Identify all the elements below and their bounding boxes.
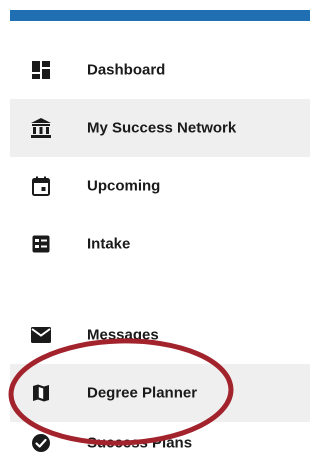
map-icon (30, 382, 52, 404)
sidebar-item-label: Degree Planner (87, 384, 198, 402)
sidebar-item-upcoming[interactable]: Upcoming (10, 157, 310, 215)
top-accent-bar (10, 10, 310, 21)
sidebar-item-label: Dashboard (87, 61, 166, 79)
sidebar-item-success-plans[interactable]: Success Plans (10, 422, 310, 464)
sidebar-item-label: Messages (87, 326, 159, 344)
sidebar-item-label: Upcoming (87, 177, 161, 195)
check-circle-icon (30, 432, 52, 454)
sidebar-item-label: My Success Network (87, 119, 237, 137)
sidebar-item-label: Success Plans (87, 434, 193, 452)
sidebar-item-degree-planner[interactable]: Degree Planner (10, 364, 310, 422)
sidebar-item-intake[interactable]: Intake (10, 215, 310, 273)
sidebar-item-label: Intake (87, 235, 131, 253)
calendar-icon (30, 175, 52, 197)
sidebar-item-my-success-network[interactable]: My Success Network (10, 99, 310, 157)
sidebar-item-dashboard[interactable]: Dashboard (10, 41, 310, 99)
sidebar-item-messages[interactable]: Messages (10, 306, 310, 364)
dashboard-icon (30, 59, 52, 81)
bank-icon (30, 117, 52, 139)
envelope-icon (30, 324, 52, 346)
sidebar-nav-page: Dashboard My Success Network Upcoming In… (0, 0, 310, 464)
intake-form-icon (30, 233, 52, 255)
